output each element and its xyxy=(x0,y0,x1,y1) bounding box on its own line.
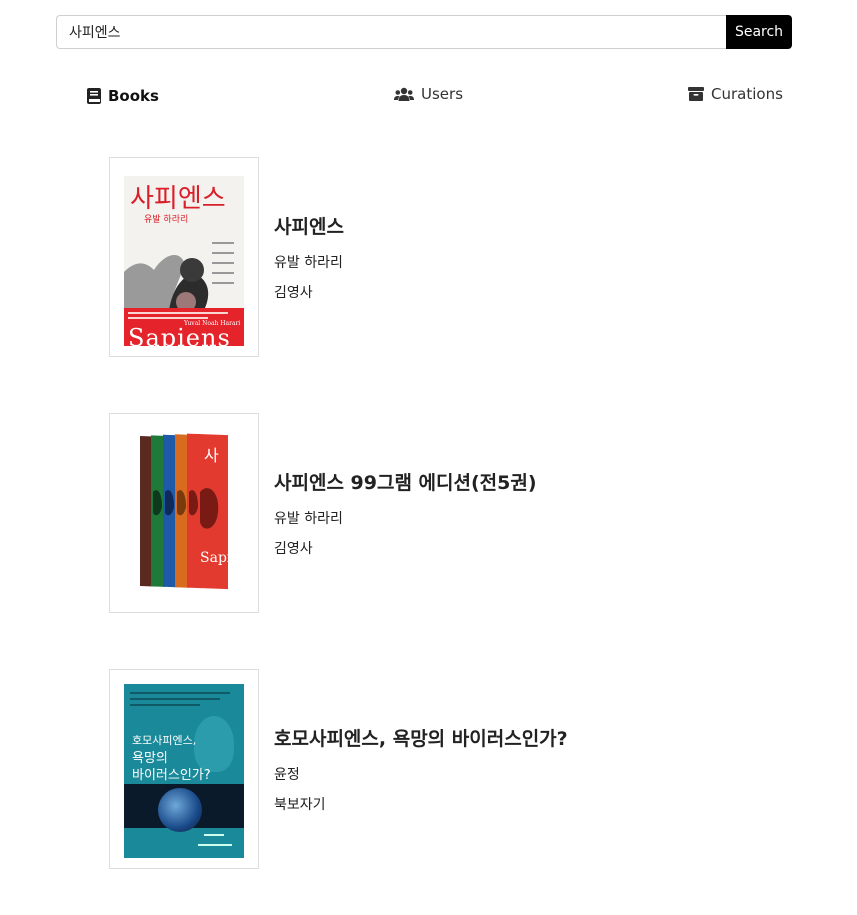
book-author: 유발 하라리 xyxy=(274,255,343,271)
search-button[interactable]: Search xyxy=(726,15,792,49)
cover-title: 사피엔스 xyxy=(130,184,226,214)
tab-users-label: Users xyxy=(421,85,464,103)
book-publisher: 북보자기 xyxy=(274,797,326,813)
book-title[interactable]: 사피엔스 99그램 에디션(전5권) xyxy=(274,468,537,495)
book-publisher: 김영사 xyxy=(274,285,313,301)
list-item: 호모사피엔스, 욕망의 바이러스인가? 호모사피엔스, 욕망의 바이러스인가? … xyxy=(109,669,729,869)
book-title[interactable]: 사피엔스 xyxy=(274,212,344,239)
search-input[interactable] xyxy=(56,15,726,49)
book-author: 윤정 xyxy=(274,767,300,783)
book-info: 사피엔스 99그램 에디션(전5권) 유발 하라리 김영사 xyxy=(274,413,537,613)
book-cover[interactable]: 사 Sapiens xyxy=(109,413,259,613)
tab-curations-label: Curations xyxy=(711,85,783,103)
cover-illustration xyxy=(124,242,234,310)
tab-users[interactable]: Users xyxy=(394,85,463,103)
book-icon xyxy=(87,88,101,104)
cover-title-line3: 바이러스인가? xyxy=(132,768,211,783)
book-publisher: 김영사 xyxy=(274,541,313,557)
cover-volume-label: 사 xyxy=(204,446,219,465)
tab-curations[interactable]: Curations xyxy=(688,85,783,103)
users-icon xyxy=(394,87,414,101)
book-author: 유발 하라리 xyxy=(274,511,343,527)
cover-title-line1: 호모사피엔스, xyxy=(132,734,197,747)
book-info: 사피엔스 유발 하라리 김영사 xyxy=(274,157,344,357)
archive-icon xyxy=(688,87,704,101)
tab-books[interactable]: Books xyxy=(87,87,159,105)
cover-band: Yuval Noah Harari Sapiens xyxy=(124,308,244,346)
book-cover[interactable]: 호모사피엔스, 욕망의 바이러스인가? xyxy=(109,669,259,869)
cover-spine-text: Sapiens xyxy=(128,324,231,346)
cover-earth-band xyxy=(124,784,244,832)
list-item: 사 Sapiens 사피엔스 99그램 에디션(전5권) 유발 하라리 김영사 xyxy=(109,413,729,613)
cover-spine-text: Sapiens xyxy=(200,550,232,566)
cover-author: 유발 하라리 xyxy=(144,215,189,225)
tab-books-label: Books xyxy=(108,87,159,105)
book-title[interactable]: 호모사피엔스, 욕망의 바이러스인가? xyxy=(274,724,568,751)
search-bar: Search xyxy=(56,15,792,49)
book-info: 호모사피엔스, 욕망의 바이러스인가? 윤정 북보자기 xyxy=(274,669,568,869)
cover-image: 사피엔스 유발 하라리 Yuval Noah Harari Sapiens xyxy=(124,176,244,346)
book-cover[interactable]: 사피엔스 유발 하라리 Yuval Noah Harari Sapiens xyxy=(109,157,259,357)
cover-image: 사 Sapiens xyxy=(140,432,232,590)
list-item: 사피엔스 유발 하라리 Yuval Noah Harari Sapiens 사피… xyxy=(109,157,729,357)
cover-image: 호모사피엔스, 욕망의 바이러스인가? xyxy=(124,684,244,858)
